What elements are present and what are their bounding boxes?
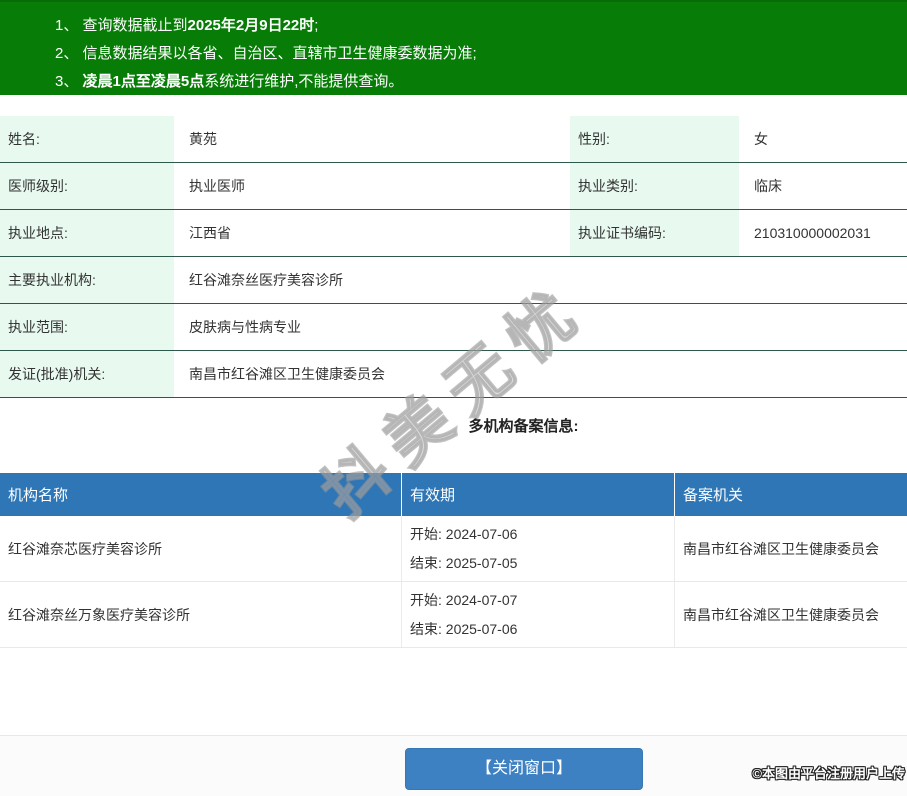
table-row: 主要执业机构: 红谷滩奈丝医疗美容诊所 — [0, 257, 907, 304]
multi-institution-filing-title: 多机构备案信息: — [0, 418, 907, 436]
filing-authority: 南昌市红谷滩区卫生健康委员会 — [675, 582, 907, 648]
filing-table: 机构名称 有效期 备案机关 红谷滩奈芯医疗美容诊所 开始: 2024-07-06… — [0, 473, 907, 648]
notice-line-2: 2、 信息数据结果以各省、自治区、直辖市卫生健康委数据为准; — [55, 40, 907, 68]
field-label-practice-scope: 执业范围: — [0, 304, 174, 351]
table-row: 红谷滩奈芯医疗美容诊所 开始: 2024-07-06 结束: 2025-07-0… — [0, 516, 907, 582]
validity-end: 结束: 2025-07-06 — [410, 615, 666, 644]
field-label-doctor-level: 医师级别: — [0, 163, 174, 210]
field-label-name: 姓名: — [0, 116, 174, 163]
validity-start: 开始: 2024-07-07 — [410, 586, 666, 615]
filing-org-name: 红谷滩奈芯医疗美容诊所 — [0, 516, 402, 582]
table-row: 执业地点: 江西省 执业证书编码: 210310000002031 — [0, 210, 907, 257]
validity-start: 开始: 2024-07-06 — [410, 520, 666, 549]
table-row: 红谷滩奈丝万象医疗美容诊所 开始: 2024-07-07 结束: 2025-07… — [0, 582, 907, 648]
field-label-practice-location: 执业地点: — [0, 210, 174, 257]
doctor-info-table: 姓名: 黄苑 性别: 女 医师级别: 执业医师 执业类别: 临床 执业地点: 江… — [0, 116, 907, 398]
table-row: 医师级别: 执业医师 执业类别: 临床 — [0, 163, 907, 210]
field-value-doctor-level: 执业医师 — [174, 163, 570, 210]
table-row: 执业范围: 皮肤病与性病专业 — [0, 304, 907, 351]
column-header-validity: 有效期 — [402, 473, 675, 516]
notice-line-3: 3、 凌晨1点至凌晨5点系统进行维护,不能提供查询。 — [55, 68, 907, 96]
column-header-filing-authority: 备案机关 — [675, 473, 907, 516]
table-row: 姓名: 黄苑 性别: 女 — [0, 116, 907, 163]
field-value-main-institution: 红谷滩奈丝医疗美容诊所 — [174, 257, 907, 304]
field-value-practice-scope: 皮肤病与性病专业 — [174, 304, 907, 351]
notice-line-1: 1、 查询数据截止到2025年2月9日22时; — [55, 12, 907, 40]
field-value-practice-category: 临床 — [739, 163, 907, 210]
field-value-practice-location: 江西省 — [174, 210, 570, 257]
filing-table-header-row: 机构名称 有效期 备案机关 — [0, 473, 907, 516]
field-value-certificate-number: 210310000002031 — [739, 210, 907, 257]
filing-org-name: 红谷滩奈丝万象医疗美容诊所 — [0, 582, 402, 648]
field-value-name: 黄苑 — [174, 116, 570, 163]
field-label-main-institution: 主要执业机构: — [0, 257, 174, 304]
field-label-gender: 性别: — [570, 116, 739, 163]
field-label-issuing-authority: 发证(批准)机关: — [0, 351, 174, 398]
notice-banner: 1、 查询数据截止到2025年2月9日22时; 2、 信息数据结果以各省、自治区… — [0, 0, 907, 95]
filing-validity: 开始: 2024-07-07 结束: 2025-07-06 — [402, 582, 675, 648]
field-value-gender: 女 — [739, 116, 907, 163]
filing-validity: 开始: 2024-07-06 结束: 2025-07-05 — [402, 516, 675, 582]
table-row: 发证(批准)机关: 南昌市红谷滩区卫生健康委员会 — [0, 351, 907, 398]
field-label-practice-category: 执业类别: — [570, 163, 739, 210]
field-value-issuing-authority: 南昌市红谷滩区卫生健康委员会 — [174, 351, 907, 398]
column-header-org-name: 机构名称 — [0, 473, 402, 516]
filing-authority: 南昌市红谷滩区卫生健康委员会 — [675, 516, 907, 582]
validity-end: 结束: 2025-07-05 — [410, 549, 666, 578]
field-label-certificate-number: 执业证书编码: — [570, 210, 739, 257]
footer-bar: 【关闭窗口】 — [0, 735, 907, 796]
